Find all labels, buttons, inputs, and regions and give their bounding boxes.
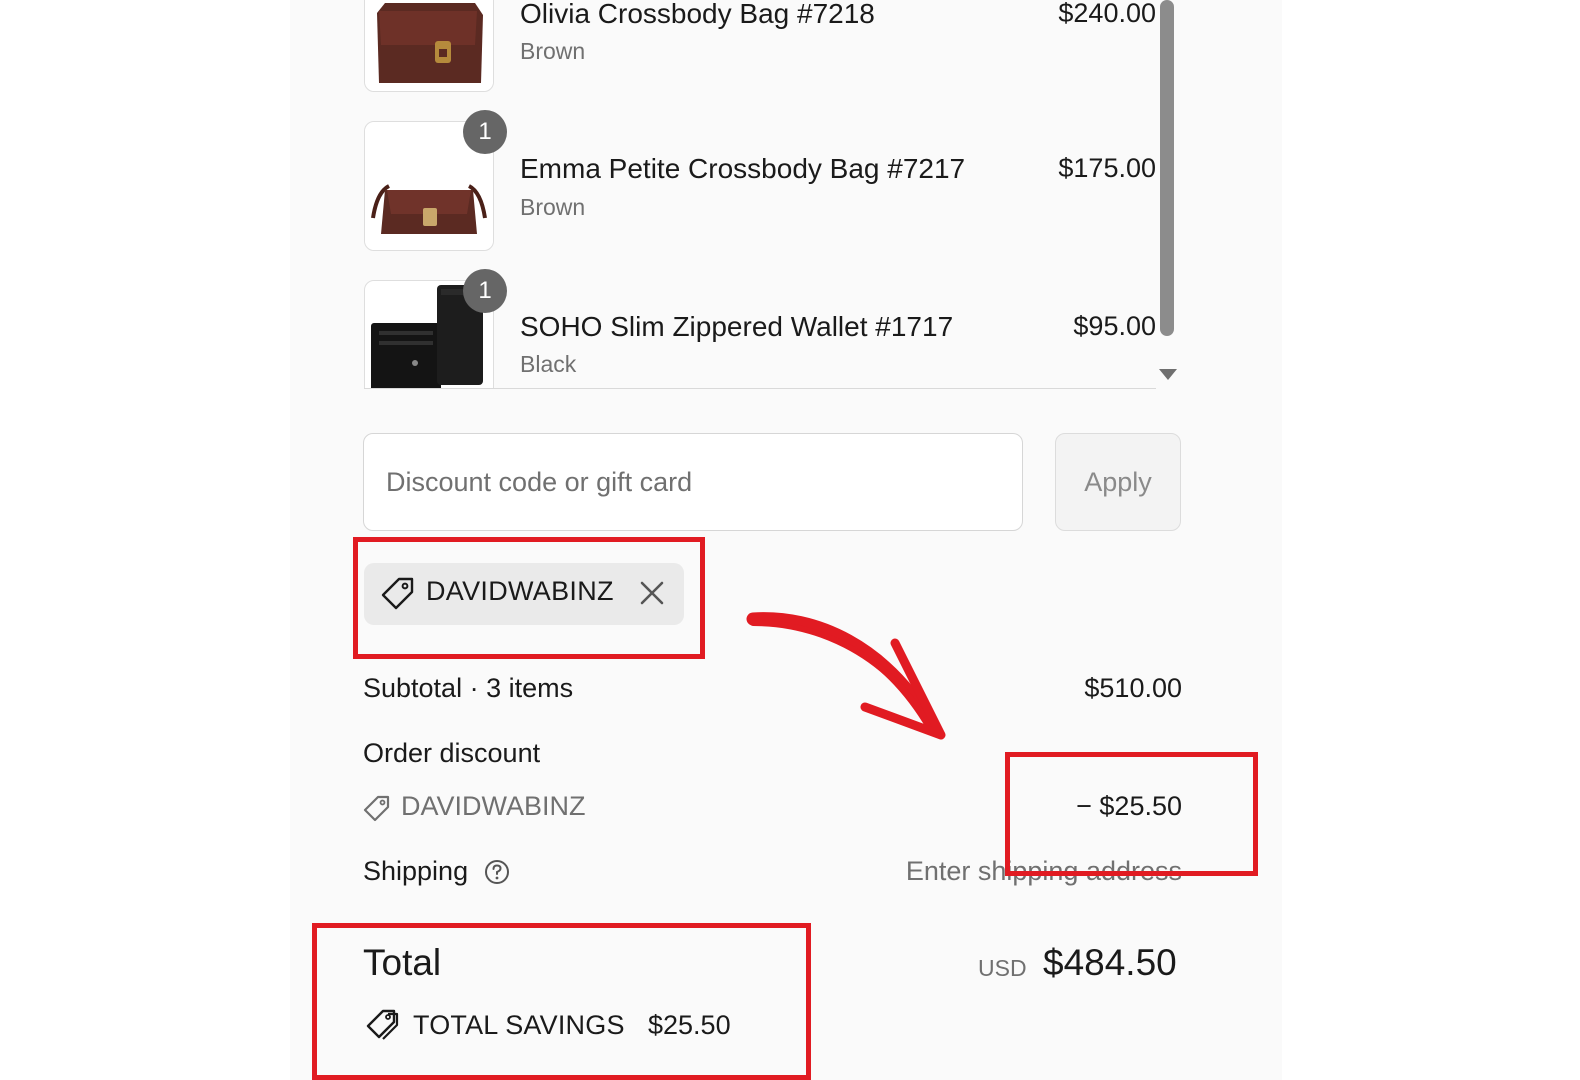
discount-code-input[interactable]: [363, 433, 1023, 531]
item-variant: Brown: [520, 38, 586, 64]
discount-code-text: DAVIDWABINZ: [401, 791, 586, 821]
item-variant: Black: [520, 351, 577, 377]
item-name: SOHO Slim Zippered Wallet #1717: [520, 311, 954, 342]
quantity-badge: 1: [463, 269, 507, 313]
scroll-down-arrow-icon[interactable]: [1159, 369, 1177, 380]
applied-discount-chip: DAVIDWABINZ: [364, 563, 684, 625]
item-name: Emma Petite Crossbody Bag #7217: [520, 153, 966, 184]
cart-item: 1 Emma Petite Crossbody Bag #7217 Brown …: [364, 110, 1156, 251]
brown-bag-image: [365, 0, 493, 91]
annotation-arrow: [746, 612, 946, 740]
subtotal-value: $510.00: [1084, 673, 1182, 703]
total-label: Total: [363, 942, 442, 983]
tag-icon: [363, 795, 390, 822]
cart-item: Olivia Crossbody Bag #7218 Brown $240.00: [364, 0, 1156, 92]
item-variant: Brown: [520, 194, 586, 220]
apply-button[interactable]: Apply: [1055, 433, 1181, 531]
shipping-value: Enter shipping address: [905, 856, 1182, 886]
savings-label: TOTAL SAVINGS: [413, 1010, 625, 1040]
applied-code: DAVIDWABINZ: [426, 576, 614, 606]
item-price: $175.00: [1058, 153, 1156, 183]
savings-value: $25.50: [648, 1010, 731, 1040]
shipping-label: Shipping: [363, 856, 469, 886]
product-thumbnail: 1: [364, 269, 507, 388]
item-price: $95.00: [1073, 311, 1156, 341]
close-icon[interactable]: [638, 579, 666, 607]
item-price: $240.00: [1058, 0, 1156, 28]
total-value: $484.50: [1043, 942, 1177, 983]
product-thumbnail: [364, 0, 494, 92]
help-circle-icon[interactable]: [483, 858, 511, 886]
order-discount-label: Order discount: [363, 738, 541, 768]
savings-tag-icon: [366, 1009, 399, 1040]
quantity-badge: 1: [463, 110, 507, 154]
discount-value: − $25.50: [1076, 791, 1182, 821]
item-name: Olivia Crossbody Bag #7218: [520, 0, 875, 29]
cart-items-list[interactable]: Olivia Crossbody Bag #7218 Brown $240.00…: [364, 0, 1156, 389]
tag-icon: [381, 577, 414, 610]
subtotal-label: Subtotal · 3 items: [363, 673, 574, 703]
items-scrollbar[interactable]: [1160, 0, 1174, 336]
shipping-label-row: Shipping: [363, 856, 509, 887]
product-thumbnail: 1: [364, 110, 507, 251]
cart-item: 1 SOHO Slim Zippered Wallet #1717 Black …: [364, 269, 1156, 388]
currency-code: USD: [978, 955, 1027, 981]
